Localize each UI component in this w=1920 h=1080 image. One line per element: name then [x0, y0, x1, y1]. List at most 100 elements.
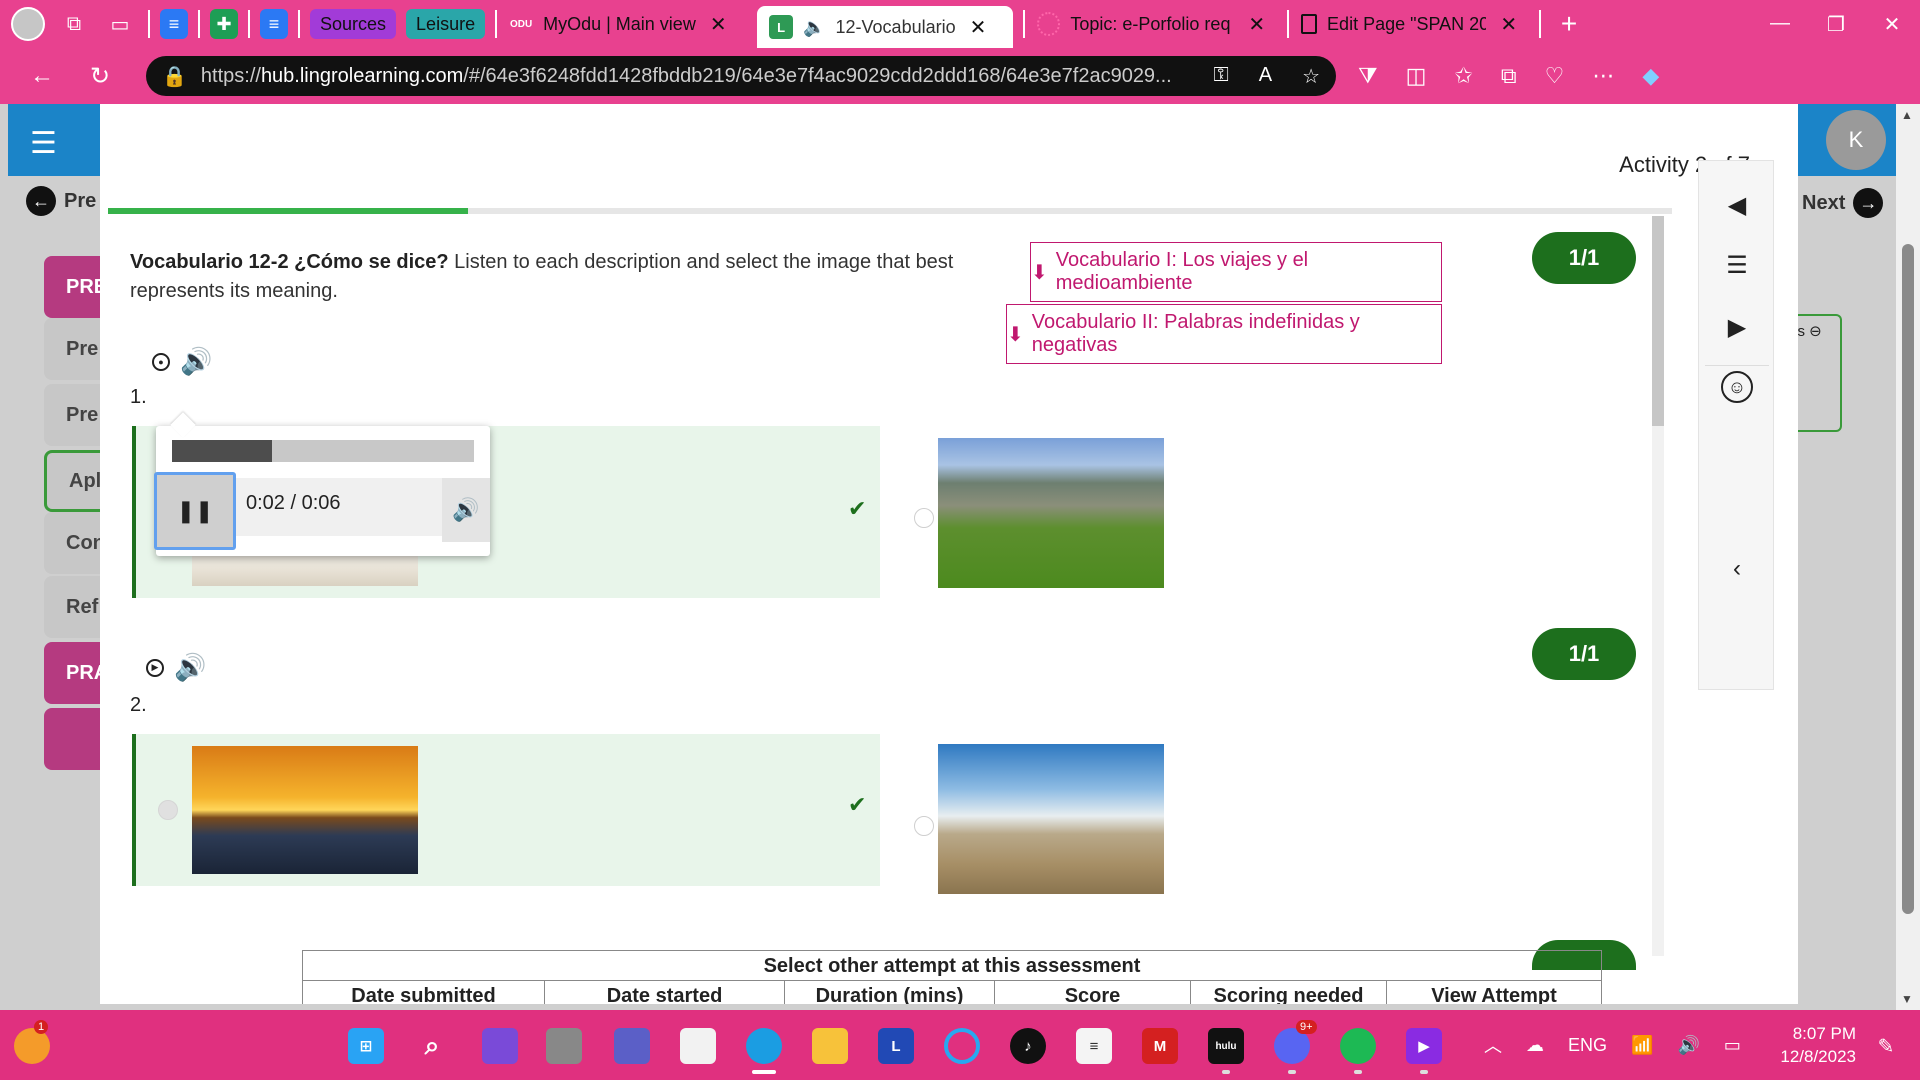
read-aloud-icon[interactable]: A — [1259, 64, 1272, 89]
close-window-icon[interactable]: ✕ — [1864, 12, 1920, 37]
volume-icon[interactable]: 🔊 — [442, 478, 490, 542]
weather-widget-icon[interactable] — [14, 1028, 50, 1064]
question-1-controls: ● 🔊 — [152, 346, 212, 377]
restore-icon[interactable]: ❐ — [1808, 12, 1864, 37]
prev-button[interactable]: ← Pre — [26, 186, 96, 216]
sheets-pinned-icon[interactable]: ✚ — [210, 9, 238, 39]
triangle-right-icon[interactable]: ▶ — [1699, 313, 1775, 342]
tab-edit-page[interactable]: Edit Page "SPAN 201 ✕ — [1289, 0, 1529, 48]
speaker-icon[interactable]: 🔊 — [174, 652, 206, 683]
desert-cactus-image[interactable] — [938, 744, 1164, 894]
volume-icon[interactable]: 🔊 — [1677, 1035, 1699, 1056]
key-icon[interactable]: ⚿ — [1213, 64, 1228, 89]
menu-icon[interactable]: ☰ — [30, 126, 57, 161]
tab-myodu[interactable]: ODU MyOdu | Main view ✕ — [497, 0, 757, 48]
favorite-star-icon[interactable]: ☆ — [1302, 64, 1320, 89]
play-audio-icon[interactable]: ▶ — [146, 658, 164, 677]
favorites-icon[interactable]: ✩ — [1454, 63, 1472, 89]
task-view-icon[interactable] — [546, 1028, 582, 1064]
download-vocab-1-button[interactable]: ⬇ Vocabulario I: Los viajes y el medioam… — [1030, 242, 1442, 302]
header-cell: View Attempt — [1431, 985, 1557, 1004]
download-vocab-2-button[interactable]: ⬇ Vocabulario II: Palabras indefinidas y… — [1006, 304, 1442, 364]
workspaces-icon[interactable]: ⧉ — [56, 6, 92, 42]
notifications-icon[interactable]: ✎ — [1868, 1028, 1904, 1064]
tray-overflow-icon[interactable]: ︿ — [1484, 1032, 1502, 1058]
tab-actions-icon[interactable]: ▭ — [102, 6, 138, 42]
mcafee-icon[interactable]: M — [1142, 1028, 1178, 1064]
content-scroll-thumb[interactable] — [1652, 216, 1664, 426]
answer-row-correct[interactable]: ✔ — [132, 734, 880, 886]
close-tab-icon[interactable]: ✕ — [1500, 12, 1517, 37]
answer-radio[interactable] — [914, 508, 934, 528]
tab-group-leisure[interactable]: Leisure — [406, 9, 486, 39]
pause-button[interactable]: ❚❚ — [154, 472, 236, 550]
collapse-chevron-icon[interactable]: ‹ — [1699, 555, 1775, 583]
teams-icon[interactable] — [614, 1028, 650, 1064]
spotify-icon[interactable] — [1340, 1028, 1376, 1064]
audio-playing-icon[interactable]: 🔈 — [803, 17, 825, 38]
wifi-icon[interactable]: 📶 — [1631, 1035, 1653, 1056]
lingro-l-icon[interactable]: L — [878, 1028, 914, 1064]
header-cell: Scoring needed — [1191, 981, 1387, 1004]
media-player-icon[interactable]: ▶ — [1406, 1028, 1442, 1064]
triangle-left-icon[interactable]: ◀ — [1699, 191, 1775, 220]
edge-icon[interactable] — [746, 1028, 782, 1064]
page-scroll-thumb[interactable] — [1902, 244, 1914, 914]
answer-radio[interactable] — [914, 816, 934, 836]
close-tab-icon[interactable]: ✕ — [970, 15, 987, 40]
scroll-up-icon[interactable]: ▲ — [1901, 108, 1913, 122]
scroll-down-icon[interactable]: ▼ — [1901, 992, 1913, 1006]
download-label: Vocabulario II: Palabras indefinidas y n… — [1031, 311, 1360, 356]
performance-icon[interactable]: ♡ — [1545, 63, 1565, 89]
list-menu-icon[interactable]: ☰ — [1699, 251, 1775, 280]
mountain-valley-image[interactable] — [938, 438, 1164, 588]
windows-taskbar: 1 ⊞ ⌕ L ♪ ≡ M hulu 9+ ▶ ︿ ☁ ENG 📶 🔊 ▭ 8:… — [0, 1010, 1920, 1080]
extensions-icon[interactable]: ⧩ — [1358, 63, 1378, 89]
back-icon[interactable]: ← — [20, 62, 64, 90]
minimize-icon[interactable]: — — [1752, 12, 1808, 37]
question-number: 1. — [130, 386, 147, 408]
score-badge: 1/1 — [1532, 628, 1636, 680]
play-audio-icon[interactable]: ● — [152, 352, 170, 371]
cortana-ring-icon[interactable] — [944, 1028, 980, 1064]
user-avatar[interactable]: K — [1826, 110, 1886, 170]
notification-badge: 1 — [34, 1020, 49, 1034]
tab-topic[interactable]: Topic: e-Porfolio req ✕ — [1025, 0, 1277, 48]
windows-start-icon[interactable]: ⊞ — [348, 1028, 384, 1064]
page-scrollbar[interactable]: ▲ ▼ — [1896, 104, 1920, 1010]
new-tab-icon[interactable]: + — [1551, 6, 1587, 42]
more-menu-icon[interactable]: ⋯ — [1592, 63, 1614, 89]
copilot-taskbar-icon[interactable] — [482, 1028, 518, 1064]
browser-tab-bar: ⧉ ▭ ≡ ✚ ≡ Sources Leisure ODU MyOdu | Ma… — [0, 0, 1920, 48]
collections-icon[interactable]: ⧉ — [1501, 63, 1517, 89]
language-indicator[interactable]: ENG — [1568, 1035, 1607, 1056]
audio-seek-bar[interactable] — [172, 440, 474, 462]
onedrive-icon[interactable]: ☁ — [1526, 1035, 1544, 1056]
battery-icon[interactable]: ▭ — [1724, 1035, 1741, 1056]
docs-pinned-icon[interactable]: ≡ — [160, 9, 188, 39]
file-explorer-icon[interactable] — [812, 1028, 848, 1064]
split-screen-icon[interactable]: ◫ — [1406, 63, 1427, 89]
speaker-icon[interactable]: 🔊 — [180, 346, 212, 377]
accessibility-icon[interactable]: ☺ — [1699, 371, 1775, 403]
next-button[interactable]: Next → — [1802, 188, 1884, 218]
refresh-icon[interactable]: ↻ — [78, 62, 122, 91]
url-field[interactable]: 🔒 https://hub.lingrolearning.com/#/64e3f… — [146, 56, 1336, 96]
notes-icon[interactable]: ≡ — [1076, 1028, 1112, 1064]
tiktok-icon[interactable]: ♪ — [1010, 1028, 1046, 1064]
answer-radio-selected[interactable] — [158, 800, 178, 820]
copilot-icon[interactable]: ◆ — [1642, 63, 1659, 89]
close-tab-icon[interactable]: ✕ — [1248, 12, 1265, 37]
tab-vocabulario[interactable]: L 🔈 12-Vocabulario ✕ — [757, 6, 1014, 48]
profile-icon[interactable] — [10, 6, 46, 42]
taskbar-clock[interactable]: 8:07 PM 12/8/2023 — [1770, 1022, 1856, 1068]
close-tab-icon[interactable]: ✕ — [710, 12, 727, 37]
search-icon[interactable]: ⌕ — [414, 1028, 450, 1064]
minus-circle-icon[interactable]: ⊖ — [1809, 323, 1822, 340]
tab-group-sources[interactable]: Sources — [310, 9, 397, 39]
docs-pinned-icon-2[interactable]: ≡ — [260, 9, 288, 39]
content-scrollbar[interactable] — [1652, 216, 1664, 956]
lock-icon: 🔒 — [162, 65, 187, 88]
store-icon[interactable] — [680, 1028, 716, 1064]
hulu-icon[interactable]: hulu — [1208, 1028, 1244, 1064]
